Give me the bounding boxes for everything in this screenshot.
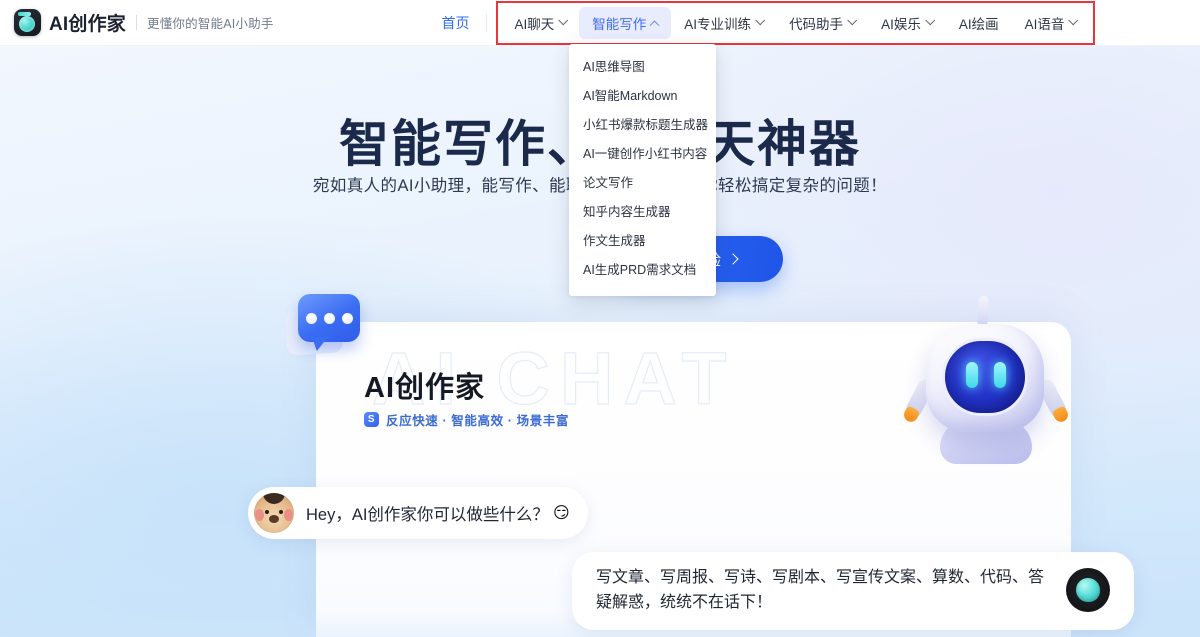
brand[interactable]: AI创作家 更懂你的智能AI小助手 bbox=[0, 9, 274, 36]
site-header: AI创作家 更懂你的智能AI小助手 首页 AI聊天 智能写作 AI专业训练 代码… bbox=[0, 0, 1200, 46]
card-tagline: 反应快速 · 智能高效 · 场景丰富 bbox=[364, 410, 569, 429]
nav-item-label: AI专业训练 bbox=[684, 16, 752, 32]
nav-item-label: 智能写作 bbox=[592, 16, 647, 32]
nav-item-label: AI语音 bbox=[1024, 16, 1065, 32]
nav-item-ai-training[interactable]: AI专业训练 bbox=[671, 7, 776, 39]
nav-divider bbox=[485, 13, 487, 32]
smart-writing-dropdown: AI思维导图 AI智能Markdown 小红书爆款标题生成器 AI一键创作小红书… bbox=[569, 44, 716, 296]
dropdown-item-markdown[interactable]: AI智能Markdown bbox=[569, 82, 716, 111]
dropdown-item-mindmap[interactable]: AI思维导图 bbox=[569, 53, 716, 82]
nav-item-ai-entertainment[interactable]: AI娱乐 bbox=[868, 7, 946, 39]
chat-message-assistant: 写文章、写周报、写诗、写剧本、写宣传文案、算数、代码、答疑解惑，统统不在话下！ bbox=[572, 552, 1134, 630]
dropdown-item-zhihu[interactable]: 知乎内容生成器 bbox=[569, 198, 716, 227]
chevron-down-icon bbox=[558, 15, 569, 26]
nav-item-ai-voice[interactable]: AI语音 bbox=[1012, 7, 1090, 39]
chevron-down-icon bbox=[755, 15, 766, 26]
dropdown-item-xhs-title[interactable]: 小红书爆款标题生成器 bbox=[569, 111, 716, 140]
smirk-emoji-icon: 😏 bbox=[552, 505, 570, 522]
brand-tagline: 更懂你的智能AI小助手 bbox=[147, 17, 274, 31]
chat-message-assistant-text: 写文章、写周报、写诗、写剧本、写宣传文案、算数、代码、答疑解惑，统统不在话下！ bbox=[596, 569, 1045, 611]
card-tagline-text: 反应快速 · 智能高效 · 场景丰富 bbox=[386, 414, 570, 428]
arrow-right-icon bbox=[727, 253, 739, 265]
nav-item-label: AI聊天 bbox=[514, 16, 555, 32]
nav-item-label: AI绘画 bbox=[958, 16, 999, 32]
nav-item-code-assistant[interactable]: 代码助手 bbox=[776, 7, 868, 39]
main-nav: 首页 AI聊天 智能写作 AI专业训练 代码助手 AI娱乐 AI绘画 AI语音 bbox=[426, 0, 1096, 45]
brand-divider bbox=[136, 15, 138, 30]
nav-item-smart-writing[interactable]: 智能写作 bbox=[579, 6, 672, 39]
chevron-down-icon bbox=[847, 15, 858, 26]
nav-item-ai-chat[interactable]: AI聊天 bbox=[502, 7, 580, 39]
robot-mascot-icon bbox=[903, 295, 1069, 464]
dropdown-item-essay[interactable]: 作文生成器 bbox=[569, 227, 716, 256]
chat-message-user: Hey，AI创作家你可以做些什么？ 😏 bbox=[248, 487, 588, 539]
chat-message-user-text: Hey，AI创作家你可以做些什么？ bbox=[306, 506, 549, 524]
nav-item-label: AI娱乐 bbox=[881, 16, 921, 32]
spark-badge-icon bbox=[364, 412, 379, 427]
dropdown-item-thesis[interactable]: 论文写作 bbox=[569, 169, 716, 198]
dropdown-item-xhs-content[interactable]: AI一键创作小红书内容 bbox=[569, 140, 716, 169]
chevron-down-icon bbox=[925, 15, 935, 26]
chevron-down-icon bbox=[1068, 15, 1079, 26]
dropdown-item-prd[interactable]: AI生成PRD需求文档 bbox=[569, 256, 716, 285]
nav-item-label: 代码助手 bbox=[789, 16, 844, 32]
chevron-up-icon bbox=[649, 20, 660, 31]
card-title: AI创作家 bbox=[364, 372, 486, 404]
chat-bubble-icon bbox=[284, 292, 362, 356]
nav-menu-group-annotated: AI聊天 智能写作 AI专业训练 代码助手 AI娱乐 AI绘画 AI语音 bbox=[495, 0, 1096, 45]
ai-avatar-icon bbox=[1066, 568, 1110, 612]
nav-item-home[interactable]: 首页 bbox=[426, 13, 486, 33]
brand-name: AI创作家 bbox=[49, 14, 127, 35]
nav-item-ai-painting[interactable]: AI绘画 bbox=[946, 7, 1012, 39]
app-logo-icon bbox=[14, 9, 41, 36]
dog-avatar-icon bbox=[254, 493, 294, 533]
